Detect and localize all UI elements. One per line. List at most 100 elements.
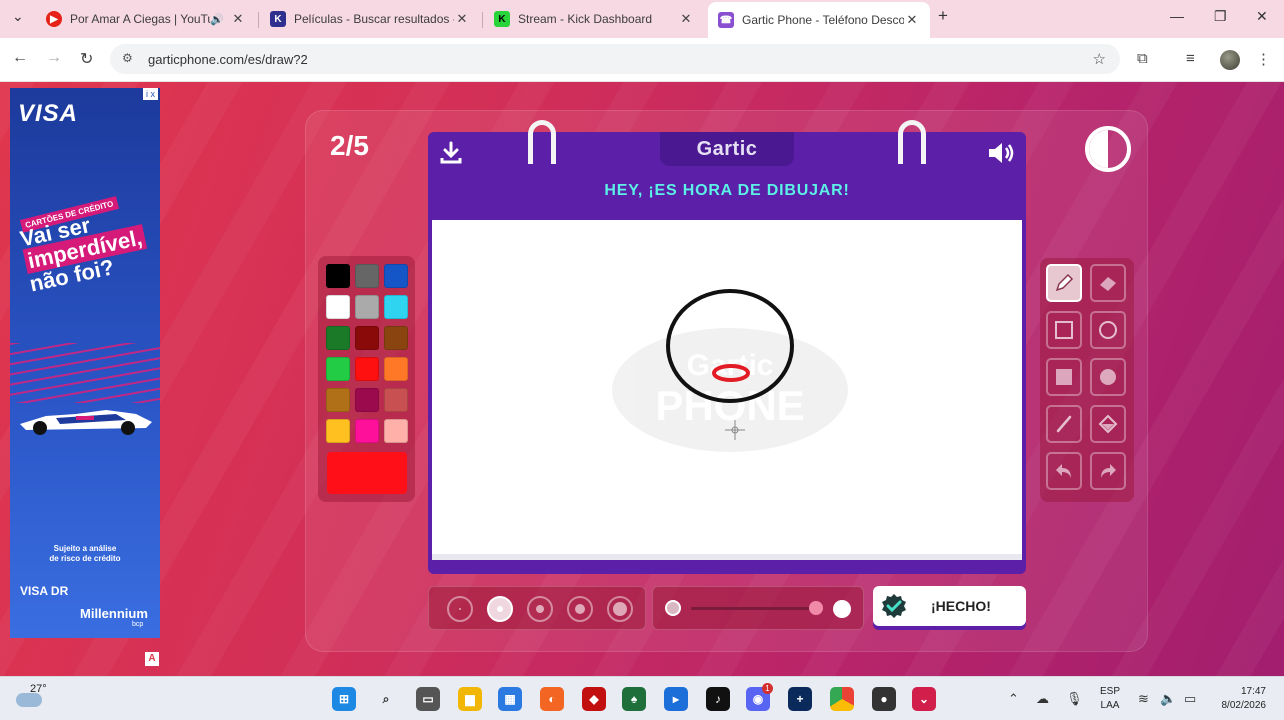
color-swatch[interactable] [384, 357, 408, 381]
close-tab-icon[interactable]: ✕ [230, 11, 246, 27]
color-swatch[interactable] [384, 264, 408, 288]
brush-size-panel [428, 586, 646, 630]
brush-size-5[interactable] [607, 596, 633, 622]
store-icon[interactable]: ▦ [498, 687, 522, 711]
brush-size-1[interactable] [447, 596, 473, 622]
color-swatch[interactable] [355, 419, 379, 443]
close-tab-icon[interactable]: ✕ [904, 12, 920, 28]
ad-fine-line: de risco de crédito [49, 553, 121, 563]
color-swatch[interactable] [326, 326, 350, 350]
menu-icon[interactable]: ⋮ [1256, 50, 1271, 68]
done-button[interactable]: ¡HECHO! [873, 586, 1026, 626]
window-close-icon[interactable]: ✕ [1256, 8, 1268, 25]
task-view-icon[interactable]: ▭ [416, 687, 440, 711]
tab-divider [482, 12, 483, 28]
color-swatch[interactable] [326, 388, 350, 412]
file-explorer-icon[interactable]: ▆ [458, 687, 482, 711]
close-tab-icon[interactable]: ✕ [678, 11, 694, 27]
wifi-icon[interactable]: ≋ [1138, 691, 1149, 707]
color-swatch[interactable] [355, 326, 379, 350]
tab-search-icon[interactable]: ⌄ [12, 8, 24, 25]
color-swatch[interactable] [384, 326, 408, 350]
prime-video-icon[interactable]: ▶ [664, 687, 688, 711]
speaker-icon[interactable]: 🔊 [210, 13, 224, 26]
brush-size-3[interactable] [527, 596, 553, 622]
pencil-tool[interactable] [1046, 264, 1082, 302]
tab-youtube[interactable]: ▶ Por Amar A Ciegas | YouTube 🔊 ✕ [36, 4, 256, 34]
profile-avatar[interactable] [1220, 50, 1240, 70]
color-swatch[interactable] [326, 295, 350, 319]
app-pink-icon[interactable]: ⌄ [912, 687, 936, 711]
ad-banner[interactable]: VISA i x CARTÕES DE CRÉDITO Vai ser impe… [10, 88, 160, 638]
opacity-track[interactable] [691, 607, 819, 610]
download-icon[interactable] [438, 140, 464, 166]
disney-plus-icon[interactable]: + [788, 687, 812, 711]
obs-icon[interactable]: ● [872, 687, 896, 711]
color-swatch[interactable] [355, 295, 379, 319]
chrome-icon[interactable] [830, 687, 854, 711]
rectangle-filled-tool[interactable] [1046, 358, 1082, 396]
minimize-icon[interactable]: — [1170, 8, 1184, 24]
restore-icon[interactable]: ❐ [1214, 8, 1227, 25]
bookmark-star-icon[interactable]: ☆ [1093, 50, 1106, 68]
opacity-min-marker [665, 600, 681, 616]
tray-overflow-icon[interactable]: ⌃ [1008, 691, 1019, 707]
brush-size-4[interactable] [567, 596, 593, 622]
color-swatch[interactable] [355, 264, 379, 288]
sound-icon[interactable] [986, 140, 1016, 166]
app-red-icon[interactable]: ◆ [582, 687, 606, 711]
tiktok-icon[interactable]: ♪ [706, 687, 730, 711]
solitaire-icon[interactable]: ♠ [622, 687, 646, 711]
url-text[interactable]: garticphone.com/es/draw?2 [148, 52, 308, 67]
color-swatch[interactable] [326, 419, 350, 443]
tray-app-icon[interactable]: ☁ [1036, 691, 1049, 707]
system-clock[interactable]: 17:47 8/02/2026 [1222, 685, 1267, 713]
contrast-toggle-icon[interactable] [1085, 126, 1131, 172]
color-swatch[interactable] [355, 388, 379, 412]
undo-tool[interactable] [1046, 452, 1082, 490]
bucket-tool[interactable] [1090, 405, 1126, 443]
microphone-icon[interactable]: 🎙 [1066, 691, 1083, 707]
start-icon[interactable]: ⊞ [332, 687, 356, 711]
brush-size-2[interactable] [487, 596, 513, 622]
volume-icon[interactable]: 🔈 [1160, 691, 1176, 707]
color-swatch[interactable] [326, 264, 350, 288]
eraser-tool[interactable] [1090, 264, 1126, 302]
crunchyroll-icon[interactable]: ◐ [540, 687, 564, 711]
rectangle-outline-tool[interactable] [1046, 311, 1082, 349]
race-car-image [20, 410, 152, 435]
back-icon[interactable]: ← [12, 49, 28, 67]
weather-cloud-icon[interactable] [16, 693, 42, 707]
tab-peliculas[interactable]: K Películas - Buscar resultados - K ✕ [260, 4, 480, 34]
line-tool[interactable] [1046, 405, 1082, 443]
color-swatch[interactable] [326, 357, 350, 381]
tab-gartic-phone[interactable]: ☎ Gartic Phone - Teléfono Descon ✕ [708, 2, 930, 38]
color-swatch[interactable] [384, 388, 408, 412]
forward-icon[interactable]: → [46, 49, 62, 67]
extensions-icon[interactable]: ⧉ [1137, 50, 1148, 67]
windows-taskbar: 27° ⊞ ⌕ ▭ ▆ ▦ ◐ ◆ ♠ ▶ ♪ ◉ 1 + ● ⌄ ⌃ ☁ 🎙 … [0, 676, 1284, 720]
redo-tool[interactable] [1090, 452, 1126, 490]
ellipse-filled-tool[interactable] [1090, 358, 1126, 396]
address-bar[interactable]: ⚙ garticphone.com/es/draw?2 ☆ [110, 44, 1120, 74]
tab-kick-dashboard[interactable]: K Stream - Kick Dashboard ✕ [484, 4, 704, 34]
drawing-board-header: Gartic HEY, ¡ES HORA DE DIBUJAR! [428, 132, 1026, 218]
color-swatch[interactable] [355, 357, 379, 381]
ellipse-outline-tool[interactable] [1090, 311, 1126, 349]
opacity-handle[interactable] [809, 601, 823, 615]
ad-choices-icon[interactable]: i x [143, 88, 158, 100]
search-icon[interactable]: ⌕ [374, 687, 398, 711]
opacity-slider[interactable] [652, 586, 864, 630]
reload-icon[interactable]: ↻ [80, 49, 93, 69]
battery-icon[interactable]: ▭ [1184, 691, 1196, 707]
new-tab-button[interactable]: + [938, 6, 948, 26]
media-controls-icon[interactable]: ≡ [1186, 50, 1195, 67]
input-language[interactable]: ESP LAA [1100, 685, 1120, 713]
drawing-canvas[interactable]: Gartic PHONE [432, 220, 1022, 560]
notification-badge: 1 [762, 683, 773, 694]
color-swatch[interactable] [384, 419, 408, 443]
ad-corner-badge[interactable]: A [145, 652, 159, 666]
site-info-icon[interactable]: ⚙ [122, 51, 133, 65]
color-swatch[interactable] [384, 295, 408, 319]
close-tab-icon[interactable]: ✕ [454, 11, 470, 27]
